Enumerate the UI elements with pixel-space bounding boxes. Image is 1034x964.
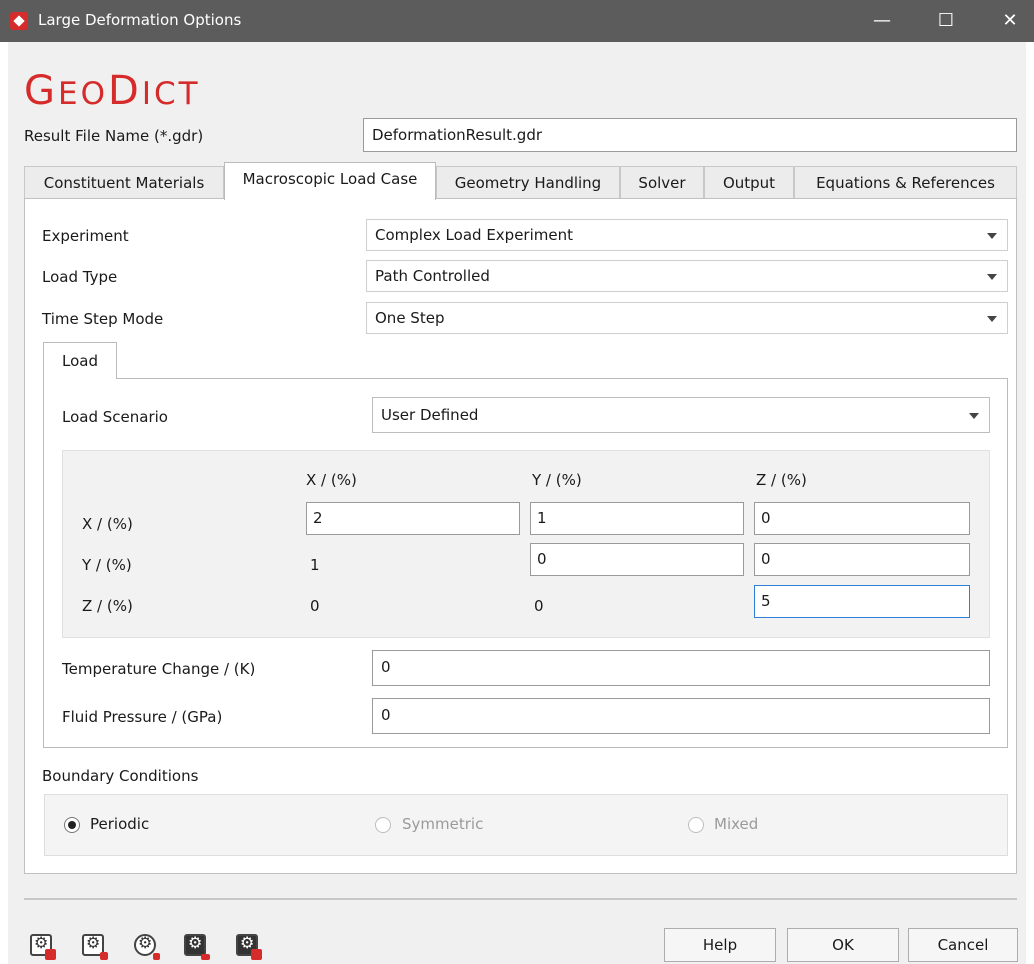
radio-symmetric[interactable]: [375, 817, 391, 833]
footer-separator: [24, 898, 1017, 900]
experiment-value: Complex Load Experiment: [375, 226, 573, 244]
reset-settings-icon[interactable]: [132, 932, 160, 960]
tab-geometry-handling[interactable]: Geometry Handling: [436, 166, 620, 200]
tab-equations-references[interactable]: Equations & References: [794, 166, 1017, 200]
load-settings-icon[interactable]: [80, 932, 108, 960]
close-button[interactable]: ✕: [996, 8, 1024, 34]
matrix-cell-xy[interactable]: 1: [530, 502, 744, 535]
matrix-cell-yz[interactable]: 0: [754, 543, 970, 576]
matrix-cell-zz[interactable]: 5: [754, 585, 970, 618]
tab-macroscopic-load-case[interactable]: Macroscopic Load Case: [224, 162, 436, 200]
minimize-button[interactable]: —: [868, 8, 896, 34]
matrix-cell-yx: 1: [310, 556, 320, 574]
matrix-cell-xx[interactable]: 2: [306, 502, 520, 535]
experiment-select[interactable]: Complex Load Experiment: [366, 219, 1008, 251]
matrix-cell-zy: 0: [534, 597, 544, 615]
cancel-button[interactable]: Cancel: [908, 928, 1018, 962]
matrix-col-header-y: Y / (%): [532, 471, 582, 489]
radio-periodic-label: Periodic: [90, 815, 150, 833]
temperature-label: Temperature Change / (K): [62, 660, 256, 678]
boundary-conditions-label: Boundary Conditions: [42, 767, 199, 785]
load-scenario-label: Load Scenario: [62, 408, 168, 426]
matrix-col-header-z: Z / (%): [756, 471, 807, 489]
matrix-row-header-z: Z / (%): [82, 597, 133, 615]
load-type-label: Load Type: [42, 268, 118, 286]
boundary-conditions-group: [44, 794, 1008, 856]
tab-output[interactable]: Output: [704, 166, 794, 200]
maximize-button[interactable]: ☐: [932, 8, 960, 34]
matrix-row-header-y: Y / (%): [82, 556, 132, 574]
chevron-down-icon: [987, 233, 997, 239]
help-button[interactable]: Help: [664, 928, 776, 962]
time-step-mode-label: Time Step Mode: [42, 310, 164, 328]
time-step-mode-select[interactable]: One Step: [366, 302, 1008, 334]
load-scenario-value: User Defined: [381, 406, 479, 424]
delete-settings-icon[interactable]: [234, 932, 262, 960]
matrix-cell-xz[interactable]: 0: [754, 502, 970, 535]
window-title: Large Deformation Options: [38, 11, 242, 29]
export-settings-icon[interactable]: [182, 932, 210, 960]
matrix-row-header-x: X / (%): [82, 515, 133, 533]
load-type-value: Path Controlled: [375, 267, 490, 285]
save-settings-icon[interactable]: [28, 932, 56, 960]
tab-constituent-materials[interactable]: Constituent Materials: [24, 166, 224, 200]
temperature-input[interactable]: 0: [372, 650, 990, 686]
radio-periodic[interactable]: [64, 817, 80, 833]
experiment-label: Experiment: [42, 227, 129, 245]
result-file-input[interactable]: DeformationResult.gdr: [363, 118, 1017, 152]
matrix-col-header-x: X / (%): [306, 471, 357, 489]
chevron-down-icon: [987, 274, 997, 280]
app-icon: [10, 12, 28, 30]
pressure-input[interactable]: 0: [372, 698, 990, 734]
load-type-select[interactable]: Path Controlled: [366, 260, 1008, 292]
time-step-mode-value: One Step: [375, 309, 445, 327]
ok-button[interactable]: OK: [787, 928, 899, 962]
pressure-label: Fluid Pressure / (GPa): [62, 708, 223, 726]
radio-mixed[interactable]: [688, 817, 704, 833]
radio-mixed-label: Mixed: [714, 815, 759, 833]
matrix-cell-yy[interactable]: 0: [530, 543, 744, 576]
load-scenario-select[interactable]: User Defined: [372, 397, 990, 433]
tab-load[interactable]: Load: [43, 342, 117, 379]
chevron-down-icon: [969, 413, 979, 419]
result-file-label: Result File Name (*.gdr): [24, 127, 204, 145]
matrix-cell-zx: 0: [310, 597, 320, 615]
radio-symmetric-label: Symmetric: [402, 815, 484, 833]
chevron-down-icon: [987, 316, 997, 322]
geodict-logo: GEODICT: [24, 68, 201, 114]
tab-solver[interactable]: Solver: [620, 166, 704, 200]
